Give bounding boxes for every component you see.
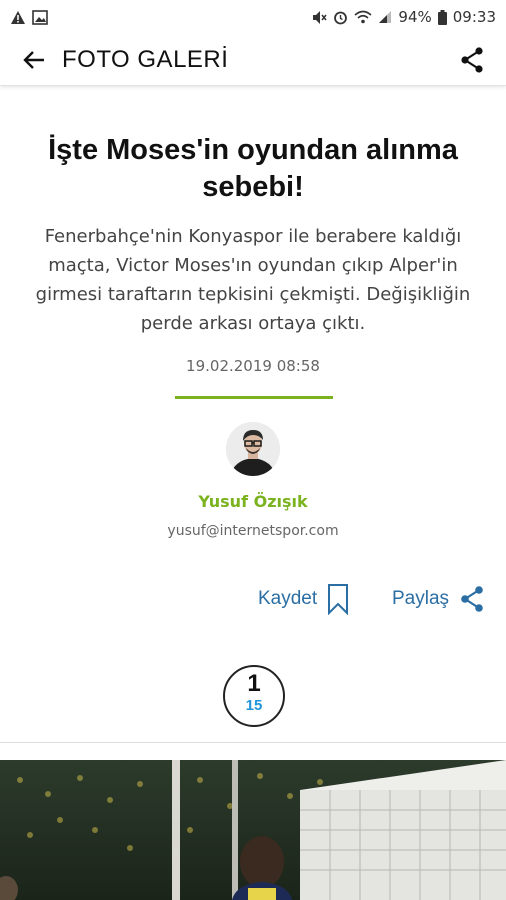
share-icon — [461, 586, 483, 612]
share-icon — [461, 47, 483, 73]
image-notification-icon — [32, 9, 48, 25]
publish-date: 19.02.2019 08:58 — [186, 357, 320, 375]
author-avatar[interactable] — [226, 422, 280, 476]
warning-icon — [11, 10, 25, 24]
total-pages: 15 — [245, 697, 263, 714]
accent-divider — [175, 396, 333, 399]
section-divider — [0, 742, 506, 743]
article-summary: Fenerbahçe'nin Konyaspor ile berabere ka… — [35, 226, 471, 334]
clock: 09:33 — [452, 8, 496, 26]
share-label: Paylaş — [392, 588, 450, 609]
gallery-photo[interactable] — [0, 760, 506, 900]
save-label: Kaydet — [258, 588, 318, 609]
gallery-page-indicator: 1 15 — [223, 665, 285, 727]
article-headline: İşte Moses'in oyundan alınma sebebi! — [48, 134, 458, 203]
alarm-icon — [334, 11, 348, 24]
author-email[interactable]: yusuf@internetspor.com — [0, 523, 506, 539]
app-bar: FOTO GALERİ — [0, 34, 506, 86]
stadium-photo — [0, 760, 506, 900]
battery-icon — [437, 9, 447, 25]
status-right: 94% 09:33 — [311, 8, 496, 26]
bookmark-icon — [328, 584, 349, 615]
share-button[interactable] — [454, 42, 490, 78]
status-left — [10, 9, 48, 25]
battery-percent: 94% — [398, 8, 432, 26]
signal-icon — [379, 11, 392, 23]
current-page: 1 — [247, 670, 261, 697]
status-bar: 94% 09:33 — [0, 0, 506, 34]
author-photo — [226, 422, 280, 476]
back-arrow-icon — [23, 50, 44, 69]
share-article-button[interactable]: Paylaş — [392, 582, 485, 616]
wifi-icon — [354, 10, 372, 24]
author-name[interactable]: Yusuf Özışık — [0, 492, 506, 511]
page-title: FOTO GALERİ — [62, 45, 229, 73]
back-button[interactable] — [10, 36, 58, 84]
mute-icon — [313, 10, 328, 24]
save-button[interactable]: Kaydet — [258, 582, 349, 616]
